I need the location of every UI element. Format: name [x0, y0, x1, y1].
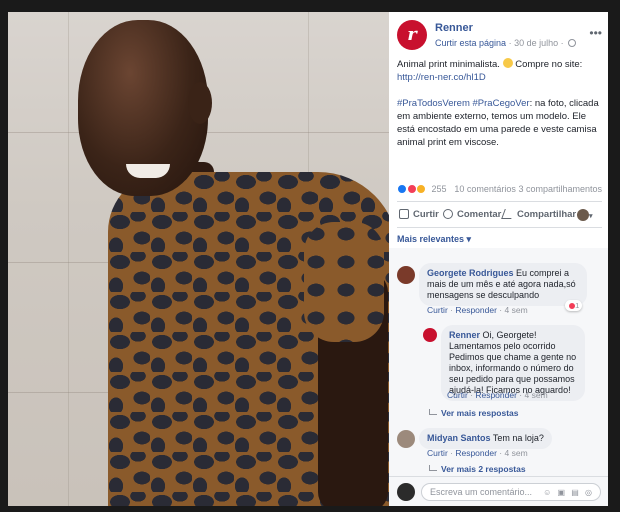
share-label: Compartilhar — [517, 209, 577, 220]
renner-logo[interactable]: r — [397, 20, 427, 50]
comment-reply-link[interactable]: Responder — [455, 305, 497, 315]
post-photo[interactable] — [8, 12, 389, 506]
view-more-replies-link[interactable]: Ver mais 2 respostas — [429, 464, 526, 474]
post-text: Animal print minimalista. Compre no site… — [397, 58, 602, 149]
comment-author[interactable]: Renner — [449, 330, 480, 340]
comment-input[interactable]: Escreva um comentário... ☺ ▣ ▤ ◎ — [421, 483, 601, 501]
comment-bubble: Georgete Rodrigues Eu comprei a mais de … — [419, 263, 587, 306]
hashtags[interactable]: #PraTodosVerem #PraCegoVer — [397, 98, 530, 109]
post-link[interactable]: http://ren-ner.co/hl1D — [397, 72, 486, 83]
wall-joint — [68, 12, 69, 506]
like-reaction-icon[interactable] — [397, 184, 407, 194]
comment-like-link[interactable]: Curtir — [447, 390, 468, 400]
comment-time[interactable]: 4 sem — [505, 448, 528, 458]
page-name[interactable]: Renner — [435, 22, 473, 34]
view-more-label: Ver mais 2 respostas — [441, 464, 526, 474]
chevron-down-icon: ▾ — [589, 213, 593, 220]
composer-icons[interactable]: ☺ ▣ ▤ ◎ — [543, 488, 594, 497]
reaction-selector[interactable]: ▾ — [577, 209, 593, 221]
meta-separator: · — [508, 38, 512, 48]
comment-meta: Curtir · Responder · 4 sem — [447, 390, 548, 400]
comments-list: Georgete Rodrigues Eu comprei a mais de … — [389, 248, 608, 476]
reply-arrow-icon — [429, 465, 437, 471]
comment-bubble: Midyan Santos Tem na loja? — [419, 428, 552, 449]
comment-time[interactable]: 4 sem — [525, 390, 548, 400]
comment-author[interactable]: Midyan Santos — [427, 433, 491, 443]
comment-time[interactable]: 4 sem — [505, 305, 528, 315]
reaction-count[interactable]: 255 — [432, 184, 447, 194]
comment-meta: Curtir · Responder · 4 sem — [427, 305, 528, 315]
comment-composer: Escreva um comentário... ☺ ▣ ▤ ◎ — [389, 476, 608, 506]
post-header: r Renner Curtir esta página · 30 de julh… — [397, 20, 602, 54]
comment-like-link[interactable]: Curtir — [427, 305, 448, 315]
reply-arrow-icon — [429, 409, 437, 415]
meta-separator: · — [560, 38, 564, 48]
comment-button[interactable]: Comentar — [443, 209, 501, 220]
comment-text: Tem na loja? — [492, 433, 544, 443]
comment-label: Comentar — [457, 209, 502, 220]
comment-reaction-count: 1 — [575, 301, 580, 310]
like-page-link[interactable]: Curtir esta página — [435, 38, 506, 48]
engagement-stats: 10 comentários 3 compartilhamentos — [454, 184, 602, 194]
comment-reply-link[interactable]: Responder — [475, 390, 517, 400]
post-line: Animal print minimalista. — [397, 59, 500, 70]
smile-emoji-icon — [502, 58, 513, 68]
thumbs-up-icon — [399, 209, 409, 219]
divider — [397, 201, 602, 202]
post-panel: r Renner Curtir esta página · 30 de julh… — [389, 12, 608, 506]
post-line: Compre no site: — [515, 59, 583, 70]
action-bar: Curtir Comentar Compartilhar ▾ — [397, 204, 602, 226]
like-button[interactable]: Curtir — [399, 209, 439, 220]
view-more-label: Ver mais respostas — [441, 408, 519, 418]
comment-reactions[interactable]: 1 — [565, 300, 583, 311]
avatar[interactable] — [397, 266, 415, 284]
divider — [397, 227, 602, 228]
like-label: Curtir — [413, 209, 439, 220]
post-meta: Curtir esta página · 30 de julho · — [435, 38, 577, 48]
avatar — [577, 209, 589, 221]
more-options-icon[interactable]: ••• — [589, 26, 602, 40]
avatar — [397, 483, 415, 501]
comment-author[interactable]: Georgete Rodrigues — [427, 268, 514, 278]
wow-reaction-icon[interactable] — [416, 184, 427, 194]
post-date[interactable]: 30 de julho — [514, 38, 558, 48]
share-icon — [501, 209, 515, 219]
comment-placeholder: Escreva um comentário... — [430, 487, 533, 497]
reactions-bar: 255 10 comentários 3 compartilhamentos — [397, 184, 602, 198]
renner-avatar[interactable] — [423, 328, 437, 342]
comment-icon — [443, 209, 453, 219]
avatar[interactable] — [397, 430, 415, 448]
share-count[interactable]: 3 compartilhamentos — [518, 184, 602, 194]
post-viewer: r Renner Curtir esta página · 30 de julh… — [8, 12, 608, 506]
model-sleeve — [304, 222, 384, 342]
sort-dropdown[interactable]: Mais relevantes ▾ — [397, 234, 471, 245]
globe-icon — [568, 39, 577, 47]
share-button[interactable]: Compartilhar — [501, 209, 577, 220]
love-reaction-icon[interactable] — [406, 184, 417, 194]
comment-like-link[interactable]: Curtir — [427, 448, 448, 458]
comment-meta: Curtir · Responder · 4 sem — [427, 448, 528, 458]
view-more-replies-link[interactable]: Ver mais respostas — [429, 408, 519, 418]
comment-reply-link[interactable]: Responder — [455, 448, 497, 458]
model-ear — [188, 82, 212, 124]
comment-count[interactable]: 10 comentários — [454, 184, 516, 194]
